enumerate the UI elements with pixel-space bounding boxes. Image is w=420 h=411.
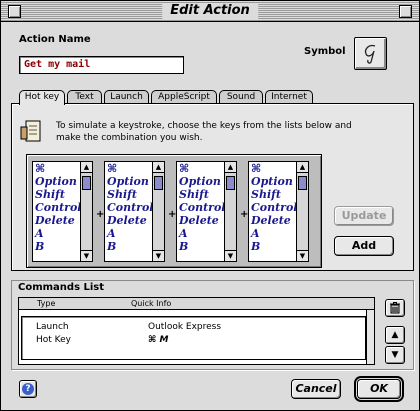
action-name-label: Action Name <box>19 34 91 45</box>
key-list-scrollbar[interactable]: ▲ ▼ <box>152 162 164 261</box>
help-icon: ? <box>22 383 34 395</box>
tab-applescript[interactable]: AppleScript <box>151 90 217 104</box>
key-list-items: ⌘ Option Shift Control Delete A B <box>35 162 81 253</box>
key-option-delete[interactable]: Delete <box>107 214 152 227</box>
key-option-option[interactable]: Option <box>251 175 296 188</box>
symbol-button[interactable] <box>354 37 387 70</box>
key-option-control[interactable]: Control <box>179 201 225 214</box>
key-option-a[interactable]: A <box>107 227 152 240</box>
commands-table-header: Type Quick Info <box>19 298 374 310</box>
scroll-thumb[interactable] <box>226 176 235 190</box>
zoom-box[interactable] <box>399 5 412 18</box>
edit-action-dialog: Edit Action Action Name Get my mail Symb… <box>0 0 420 411</box>
tab-launch[interactable]: Launch <box>104 90 149 104</box>
commands-table: Type Quick Info Launch Outlook Express H… <box>18 297 375 365</box>
cancel-button[interactable]: Cancel <box>291 379 341 399</box>
key-option-b[interactable]: B <box>107 240 152 253</box>
key-option-delete[interactable]: Delete <box>35 214 80 227</box>
ok-button[interactable]: OK <box>354 376 404 402</box>
key-option-control[interactable]: Control <box>251 201 297 214</box>
key-option-command[interactable]: ⌘ <box>251 162 296 175</box>
key-list-1[interactable]: ⌘ Option Shift Control Delete A B ▲ ▼ <box>32 161 93 262</box>
commands-list[interactable]: Launch Outlook Express Hot Key ⌘ M <box>21 316 366 360</box>
key-list-items: ⌘ Option Shift Control Delete A B <box>251 162 297 253</box>
key-option-control[interactable]: Control <box>107 201 153 214</box>
commands-list-title: Commands List <box>18 282 105 293</box>
key-lists-frame: ⌘ Option Shift Control Delete A B ▲ ▼ + <box>26 154 322 268</box>
key-option-command[interactable]: ⌘ <box>35 162 80 175</box>
key-option-shift[interactable]: Shift <box>251 188 296 201</box>
update-button[interactable]: Update <box>334 206 394 226</box>
column-quick-info: Quick Info <box>131 299 172 308</box>
tab-sound[interactable]: Sound <box>219 90 263 104</box>
key-list-4[interactable]: ⌘ Option Shift Control Delete A B ▲ ▼ <box>248 161 309 262</box>
scroll-thumb[interactable] <box>82 176 91 190</box>
key-list-items: ⌘ Option Shift Control Delete A B <box>179 162 225 253</box>
keyboard-info-icon <box>20 120 41 142</box>
scroll-down-arrow-icon[interactable]: ▼ <box>297 250 308 261</box>
key-option-shift[interactable]: Shift <box>35 188 80 201</box>
key-list-scrollbar[interactable]: ▲ ▼ <box>224 162 236 261</box>
scroll-up-arrow-icon[interactable]: ▲ <box>225 162 236 173</box>
down-arrow-icon: ▼ <box>391 350 399 360</box>
symbol-label: Symbol <box>304 46 346 57</box>
key-option-option[interactable]: Option <box>179 175 224 188</box>
key-option-shift[interactable]: Shift <box>179 188 224 201</box>
key-list-3[interactable]: ⌘ Option Shift Control Delete A B ▲ ▼ <box>176 161 237 262</box>
commands-table-scrollbar[interactable] <box>366 310 374 364</box>
scroll-down-arrow-icon[interactable]: ▼ <box>153 250 164 261</box>
key-option-b[interactable]: B <box>251 240 296 253</box>
key-list-2[interactable]: ⌘ Option Shift Control Delete A B ▲ ▼ <box>104 161 165 262</box>
add-button[interactable]: Add <box>334 236 394 256</box>
tab-text[interactable]: Text <box>67 90 102 104</box>
row-info: ⌘ M <box>148 335 169 345</box>
key-list-scrollbar[interactable]: ▲ ▼ <box>80 162 92 261</box>
key-option-shift[interactable]: Shift <box>107 188 152 201</box>
row-type: Hot Key <box>36 335 71 345</box>
help-button[interactable]: ? <box>19 380 37 398</box>
key-option-control[interactable]: Control <box>35 201 81 214</box>
up-arrow-icon: ▲ <box>391 330 399 340</box>
key-option-a[interactable]: A <box>179 227 224 240</box>
key-option-command[interactable]: ⌘ <box>179 162 224 175</box>
tab-internet[interactable]: Internet <box>265 90 313 104</box>
move-down-button[interactable]: ▼ <box>385 346 405 364</box>
key-option-a[interactable]: A <box>35 227 80 240</box>
key-option-option[interactable]: Option <box>35 175 80 188</box>
tab-hot-key[interactable]: Hot key <box>19 90 65 105</box>
move-up-button[interactable]: ▲ <box>385 326 405 344</box>
scroll-thumb[interactable] <box>298 176 307 190</box>
hot-key-panel: To simulate a keystroke, choose the keys… <box>11 103 414 271</box>
key-list-scrollbar[interactable]: ▲ ▼ <box>296 162 308 261</box>
row-type: Launch <box>36 322 69 332</box>
trash-icon <box>390 302 400 314</box>
key-option-command[interactable]: ⌘ <box>107 162 152 175</box>
scroll-down-arrow-icon[interactable]: ▼ <box>225 250 236 261</box>
key-option-option[interactable]: Option <box>107 175 152 188</box>
key-option-b[interactable]: B <box>35 240 80 253</box>
key-option-a[interactable]: A <box>251 227 296 240</box>
window-title: Edit Action <box>162 3 258 19</box>
scroll-down-arrow-icon[interactable]: ▼ <box>81 250 92 261</box>
row-info: Outlook Express <box>148 322 222 332</box>
scroll-up-arrow-icon[interactable]: ▲ <box>153 162 164 173</box>
delete-command-button[interactable] <box>385 299 405 317</box>
hot-key-hint: To simulate a keystroke, choose the keys… <box>56 121 352 143</box>
key-list-items: ⌘ Option Shift Control Delete A B <box>107 162 153 253</box>
script-g-icon <box>364 44 375 64</box>
action-name-field[interactable]: Get my mail <box>19 56 184 74</box>
column-type: Type <box>37 299 56 308</box>
scroll-up-arrow-icon[interactable]: ▲ <box>297 162 308 173</box>
close-box[interactable] <box>8 5 21 18</box>
title-bar[interactable]: Edit Action <box>1 1 419 22</box>
key-option-b[interactable]: B <box>179 240 224 253</box>
key-option-delete[interactable]: Delete <box>251 214 296 227</box>
scroll-thumb[interactable] <box>154 176 163 190</box>
key-option-delete[interactable]: Delete <box>179 214 224 227</box>
scroll-up-arrow-icon[interactable]: ▲ <box>81 162 92 173</box>
